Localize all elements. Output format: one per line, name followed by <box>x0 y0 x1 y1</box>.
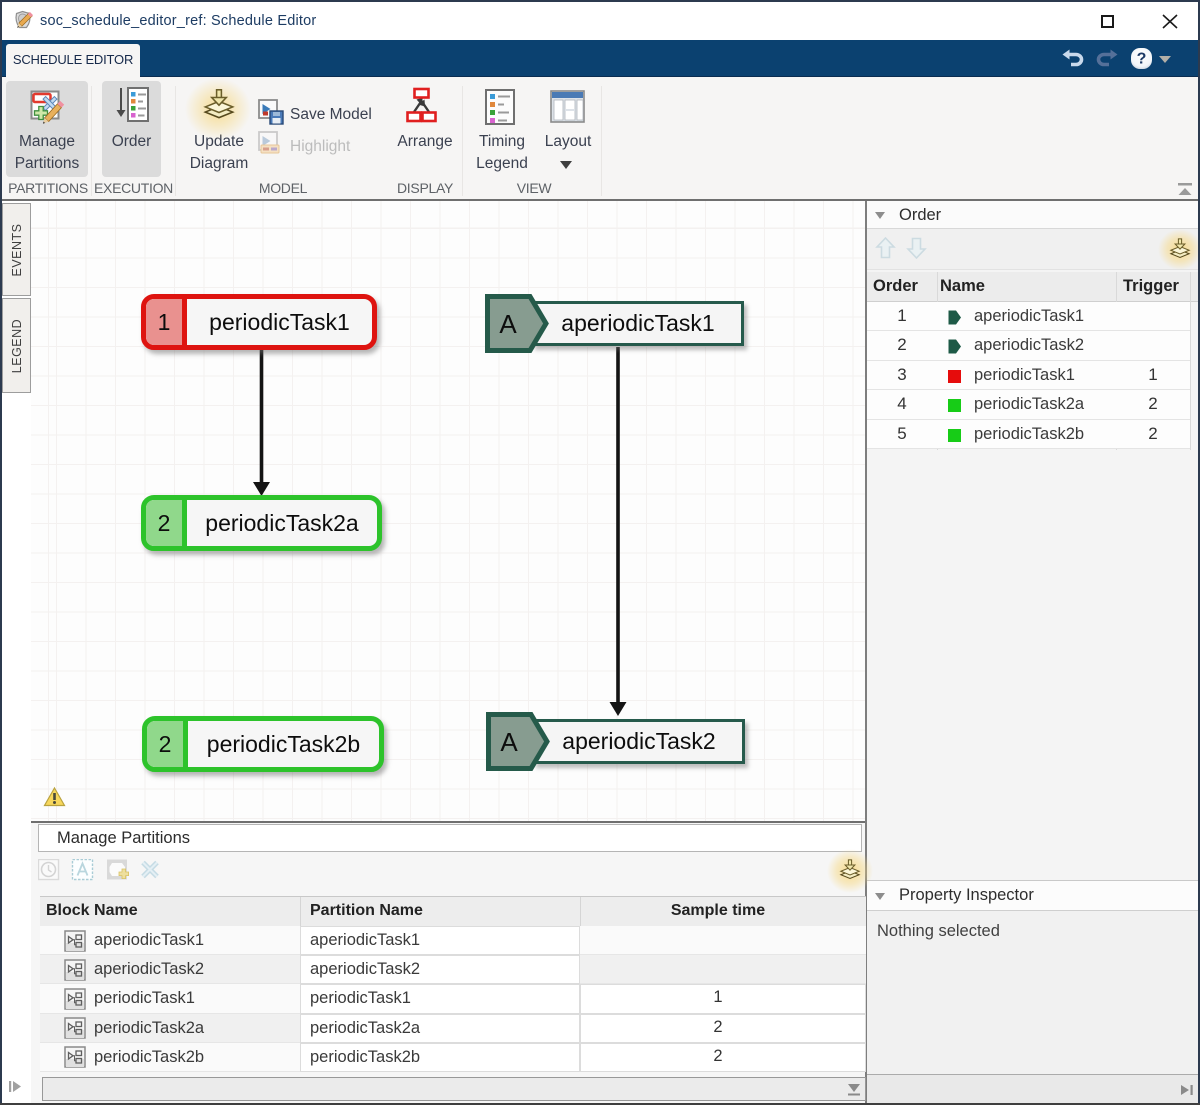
svg-text:?: ? <box>1137 51 1147 68</box>
svg-text:A: A <box>500 727 518 757</box>
svg-text:A: A <box>499 309 517 339</box>
